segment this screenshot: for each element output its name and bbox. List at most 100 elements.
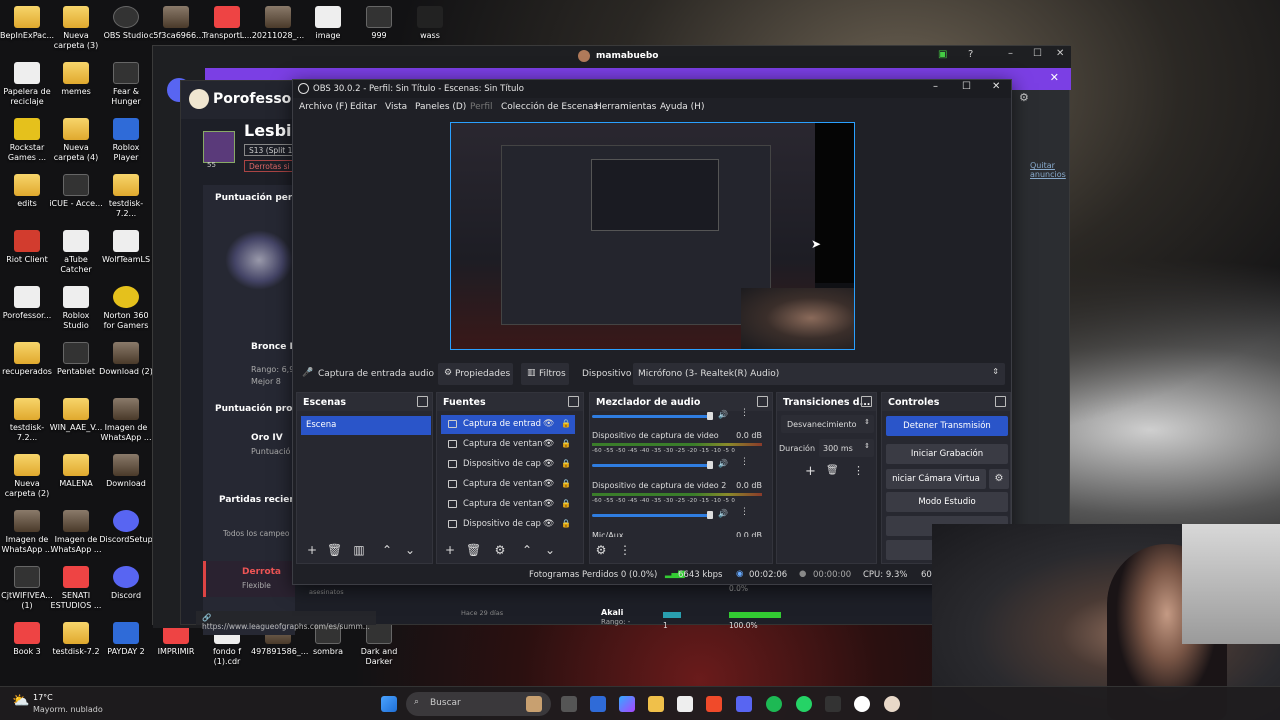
close-banner-icon[interactable]: ✕ — [1050, 71, 1059, 84]
source-row[interactable]: Captura de ventan 👁 🔒 — [441, 475, 575, 494]
whatsapp-icon[interactable] — [796, 696, 812, 712]
transition-select[interactable]: Desvanecimiento ⇕ — [781, 415, 874, 433]
move-up-icon[interactable]: ⌃ — [380, 543, 394, 557]
source-row[interactable]: Captura de ventan 👁 🔒 — [441, 435, 575, 454]
menu-tools[interactable]: Herramientas — [595, 102, 656, 112]
trash-icon[interactable]: 🗑 — [826, 465, 839, 476]
desktop-icon[interactable]: DiscordSetup — [99, 510, 153, 545]
desktop-icon[interactable]: BepInExPac... — [0, 6, 54, 41]
volume-slider[interactable] — [592, 514, 712, 517]
start-virtual-camera-button[interactable]: niciar Cámara Virtua — [886, 469, 986, 489]
undock-icon[interactable] — [417, 396, 428, 407]
start-recording-button[interactable]: Iniciar Grabación — [886, 444, 1008, 464]
start-button[interactable] — [381, 696, 397, 712]
brave-icon[interactable] — [706, 696, 722, 712]
speaker-icon[interactable]: 🔊 — [718, 410, 728, 419]
gear-icon[interactable]: ⚙ — [493, 543, 507, 557]
trash-icon[interactable]: 🗑 — [327, 543, 342, 557]
porofessor-taskbar-icon[interactable] — [884, 696, 900, 712]
menu-view[interactable]: Vista — [385, 102, 407, 112]
source-row[interactable]: Captura de ventan 👁 🔒 — [441, 495, 575, 514]
desktop-icon[interactable]: wass — [403, 6, 457, 41]
desktop-icon[interactable]: testdisk-7.2... — [0, 398, 54, 443]
more-options-icon[interactable]: ⋮ — [618, 543, 632, 557]
desktop-icon[interactable]: testdisk-7.2 — [49, 622, 103, 657]
desktop-icon[interactable]: memes — [49, 62, 103, 97]
outlook-icon[interactable] — [590, 696, 606, 712]
lock-icon[interactable]: 🔒 — [561, 439, 571, 448]
inbox-icon[interactable]: ▣ — [938, 49, 947, 60]
preview-canvas[interactable]: ➤ — [450, 122, 855, 350]
slider-handle[interactable] — [707, 412, 713, 420]
close-icon[interactable]: ✕ — [992, 81, 1000, 92]
obs-taskbar-icon[interactable] — [854, 696, 870, 712]
desktop-icon[interactable]: Porofessor... — [0, 286, 54, 321]
file-explorer-icon[interactable] — [648, 696, 664, 712]
task-view-icon[interactable] — [561, 696, 577, 712]
desktop-icon[interactable]: SENATI ESTUDIOS ... — [49, 566, 103, 611]
source-row[interactable]: Captura de entrad 👁 🔒 — [441, 415, 575, 434]
desktop-icon[interactable]: image — [301, 6, 355, 41]
menu-scene-collection[interactable]: Colección de Escenas — [501, 102, 598, 112]
slider-handle[interactable] — [707, 511, 713, 519]
desktop-icon[interactable]: Riot Client — [0, 230, 54, 265]
desktop-icon[interactable]: Nueva carpeta (4) — [49, 118, 103, 163]
menu-edit[interactable]: Editar — [350, 102, 377, 112]
visibility-eye-icon[interactable]: 👁 — [543, 499, 554, 509]
settings-gear-icon[interactable]: ⚙ — [1019, 91, 1029, 104]
slider-handle[interactable] — [707, 461, 713, 469]
desktop-icon[interactable]: Imagen de WhatsApp ... — [0, 510, 54, 555]
menu-profile[interactable]: Perfil — [470, 102, 493, 112]
undock-icon[interactable] — [757, 396, 768, 407]
device-select[interactable]: Micrófono (3- Realtek(R) Audio) ⇕ — [633, 363, 1005, 385]
desktop-icon[interactable]: Download — [99, 454, 153, 489]
copilot-icon[interactable] — [619, 696, 635, 712]
move-down-icon[interactable]: ⌄ — [543, 543, 557, 557]
desktop-icon[interactable]: MALENA — [49, 454, 103, 489]
desktop-icon[interactable]: PAYDAY 2 — [99, 622, 153, 657]
desktop-icon[interactable]: WolfTeamLS — [99, 230, 153, 265]
volume-slider[interactable] — [592, 415, 712, 418]
desktop-icon[interactable]: Roblox Studio — [49, 286, 103, 331]
visibility-eye-icon[interactable]: 👁 — [543, 459, 554, 469]
undock-icon[interactable] — [568, 396, 579, 407]
stepper-icon[interactable]: ⇕ — [864, 442, 870, 450]
lock-icon[interactable]: 🔒 — [561, 519, 571, 528]
desktop-icon[interactable]: Nueva carpeta (2) — [0, 454, 54, 499]
desktop-icon[interactable]: WIN_AAE_V... — [49, 398, 103, 433]
desktop-icon[interactable]: Imagen de WhatsApp ... — [49, 510, 103, 555]
move-down-icon[interactable]: ⌄ — [403, 543, 417, 557]
desktop-icon[interactable]: Norton 360 for Gamers — [99, 286, 153, 331]
more-options-icon[interactable]: ⋮ — [740, 457, 749, 467]
desktop-icon[interactable]: OBS Studio — [99, 6, 153, 41]
menu-docks[interactable]: Paneles (D) — [415, 102, 466, 112]
source-row[interactable]: Dispositivo de cap 👁 🔒 — [441, 455, 575, 474]
desktop-icon[interactable]: Download (2) — [99, 342, 153, 377]
desktop-icon[interactable]: Roblox Player — [99, 118, 153, 163]
virtual-camera-settings-gear-icon[interactable]: ⚙ — [989, 469, 1009, 489]
champion-filter[interactable]: Todos los campeo — [223, 529, 290, 538]
studio-mode-button[interactable]: Modo Estudio — [886, 492, 1008, 512]
maximize-icon[interactable]: ☐ — [1033, 48, 1042, 59]
desktop-icon[interactable]: Papelera de reciclaje — [0, 62, 54, 107]
more-options-icon[interactable]: ⋮ — [740, 507, 749, 517]
visibility-eye-icon[interactable]: 👁 — [543, 419, 554, 429]
desktop-icon[interactable]: iCUE - Acce... — [49, 174, 103, 209]
visibility-eye-icon[interactable]: 👁 — [543, 439, 554, 449]
speaker-icon[interactable]: 🔊 — [718, 509, 728, 518]
desktop-icon[interactable]: TransportL... — [200, 6, 254, 41]
undock-icon[interactable] — [861, 396, 872, 407]
speaker-icon[interactable]: 🔊 — [718, 459, 728, 468]
menu-help[interactable]: Ayuda (H) — [660, 102, 704, 112]
add-icon[interactable]: + — [443, 543, 457, 557]
desktop-icon[interactable]: Fear & Hunger — [99, 62, 153, 107]
stop-streaming-button[interactable]: Detener Transmisión — [886, 416, 1008, 436]
duration-input[interactable]: 300 ms ⇕ — [819, 439, 874, 457]
filters-button[interactable]: ▥ Filtros — [521, 363, 569, 385]
desktop-icon[interactable]: recuperados — [0, 342, 54, 377]
desktop-icon[interactable]: Imagen de WhatsApp ... — [99, 398, 153, 443]
desktop-icon[interactable]: c5f3ca6966... — [149, 6, 204, 41]
discord-icon[interactable] — [736, 696, 752, 712]
match-row[interactable]: Derrota Flexible — [203, 561, 295, 597]
maximize-icon[interactable]: ☐ — [962, 81, 971, 92]
